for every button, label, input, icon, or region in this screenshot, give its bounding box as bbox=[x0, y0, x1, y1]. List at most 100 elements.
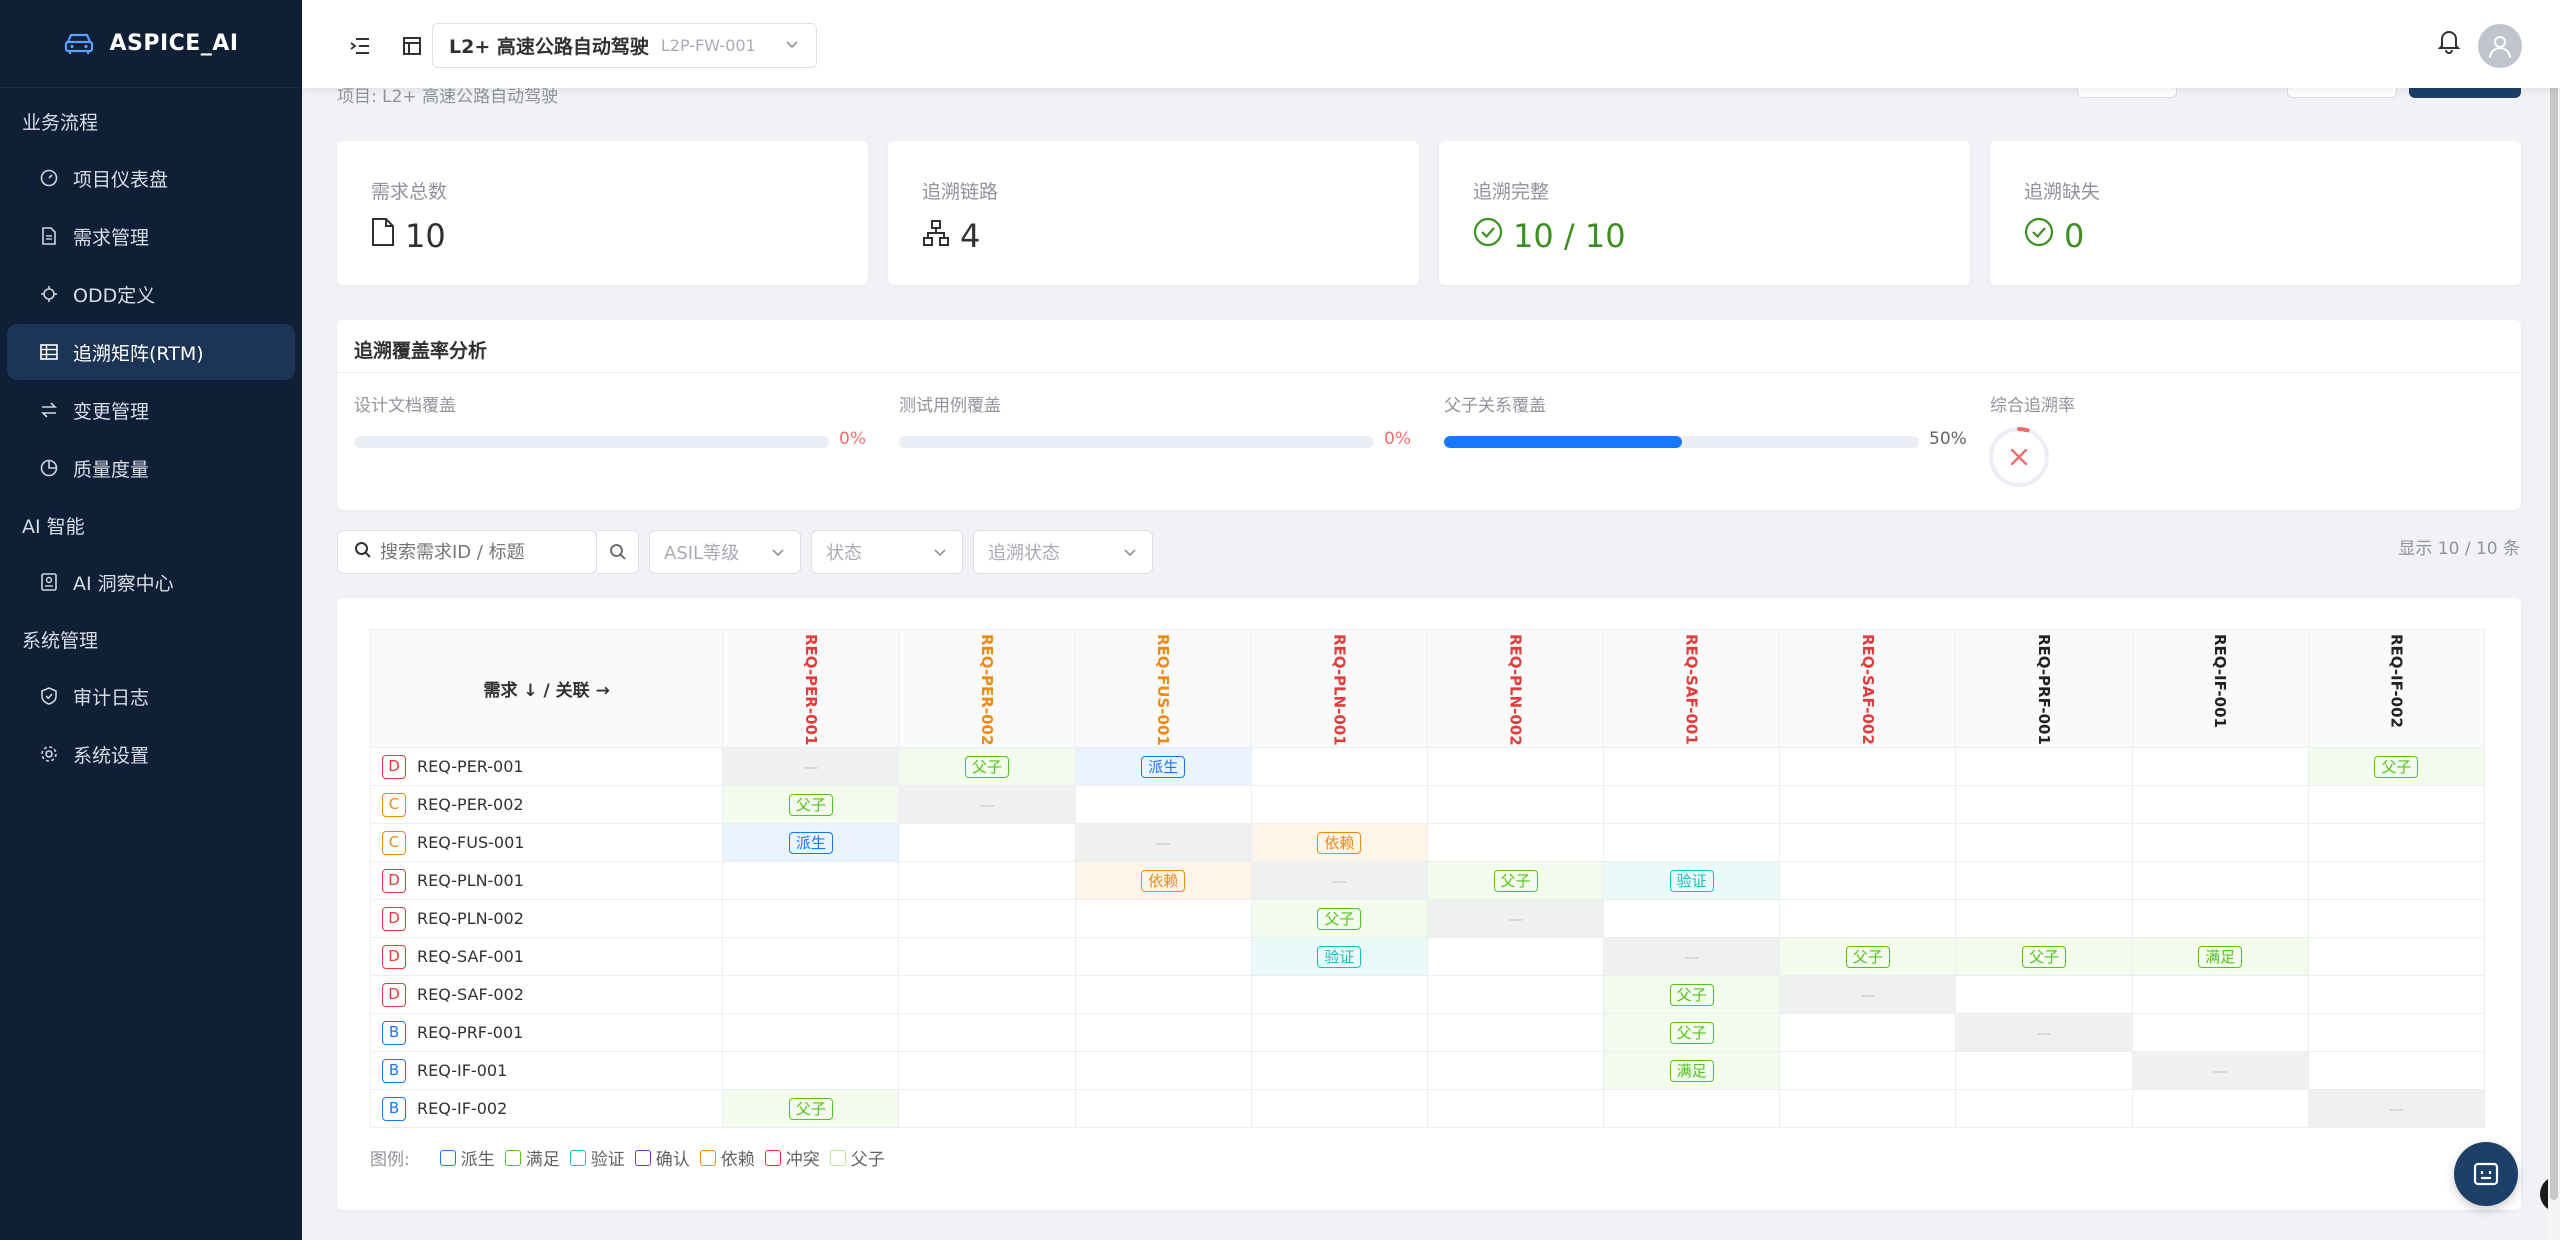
matrix-cell[interactable] bbox=[2131, 899, 2309, 938]
matrix-cell[interactable] bbox=[2307, 975, 2486, 1014]
matrix-cell[interactable] bbox=[722, 899, 900, 938]
matrix-cell[interactable]: — bbox=[1779, 975, 1957, 1014]
matrix-cell[interactable]: — bbox=[1074, 823, 1252, 862]
matrix-cell[interactable] bbox=[1074, 937, 1252, 976]
matrix-cell[interactable] bbox=[1955, 899, 2133, 938]
matrix-cell[interactable]: 依赖 bbox=[1250, 823, 1428, 862]
matrix-cell[interactable] bbox=[898, 1051, 1076, 1090]
matrix-column-header[interactable]: REQ-IF-001 bbox=[2131, 629, 2309, 748]
matrix-cell[interactable] bbox=[1074, 899, 1252, 938]
matrix-cell[interactable]: 派生 bbox=[722, 823, 900, 862]
matrix-cell[interactable] bbox=[1074, 1089, 1252, 1128]
matrix-cell[interactable] bbox=[1955, 785, 2133, 824]
matrix-cell[interactable] bbox=[898, 861, 1076, 900]
matrix-cell[interactable]: 父子 bbox=[1426, 861, 1605, 900]
matrix-cell[interactable] bbox=[1426, 1051, 1605, 1090]
matrix-row-header[interactable]: D REQ-PLN-001 bbox=[369, 861, 724, 900]
matrix-cell[interactable]: 验证 bbox=[1603, 861, 1781, 900]
matrix-column-header[interactable]: REQ-PLN-002 bbox=[1426, 629, 1605, 748]
matrix-cell[interactable] bbox=[1426, 823, 1605, 862]
matrix-cell[interactable] bbox=[2131, 823, 2309, 862]
asil-select[interactable]: ASIL等级 bbox=[649, 530, 801, 574]
matrix-cell[interactable] bbox=[1603, 1089, 1781, 1128]
matrix-cell[interactable] bbox=[1603, 899, 1781, 938]
matrix-row-header[interactable]: B REQ-IF-002 bbox=[369, 1089, 724, 1128]
matrix-cell[interactable] bbox=[2131, 785, 2309, 824]
search-input[interactable] bbox=[380, 541, 580, 563]
matrix-cell[interactable]: 父子 bbox=[722, 1089, 900, 1128]
matrix-cell[interactable] bbox=[898, 823, 1076, 862]
sidebar-item[interactable]: 追溯矩阵(RTM) bbox=[7, 324, 295, 380]
matrix-row-header[interactable]: D REQ-SAF-001 bbox=[369, 937, 724, 976]
matrix-cell[interactable] bbox=[2307, 1051, 2486, 1090]
matrix-cell[interactable] bbox=[898, 937, 1076, 976]
matrix-cell[interactable] bbox=[898, 899, 1076, 938]
matrix-column-header[interactable]: REQ-PLN-001 bbox=[1250, 629, 1428, 748]
matrix-cell[interactable] bbox=[1955, 861, 2133, 900]
matrix-row-header[interactable]: D REQ-PER-001 bbox=[369, 747, 724, 786]
ai-assistant-button[interactable] bbox=[2454, 1142, 2518, 1206]
matrix-cell[interactable] bbox=[1074, 785, 1252, 824]
matrix-cell[interactable] bbox=[1250, 1089, 1428, 1128]
matrix-cell[interactable] bbox=[1955, 1051, 2133, 1090]
matrix-cell[interactable] bbox=[2307, 1013, 2486, 1052]
matrix-cell[interactable] bbox=[898, 975, 1076, 1014]
matrix-cell[interactable] bbox=[1250, 1013, 1428, 1052]
matrix-row-header[interactable]: D REQ-PLN-002 bbox=[369, 899, 724, 938]
matrix-cell[interactable] bbox=[2131, 1013, 2309, 1052]
matrix-cell[interactable] bbox=[2131, 975, 2309, 1014]
matrix-cell[interactable] bbox=[1955, 1089, 2133, 1128]
status-select[interactable]: 状态 bbox=[811, 530, 963, 574]
matrix-cell[interactable]: 父子 bbox=[2307, 747, 2486, 786]
matrix-cell[interactable] bbox=[1779, 1051, 1957, 1090]
matrix-cell[interactable] bbox=[1426, 937, 1605, 976]
app-logo[interactable]: ASPICE_AI bbox=[0, 0, 302, 88]
matrix-column-header[interactable]: REQ-PER-002 bbox=[898, 629, 1076, 748]
matrix-cell[interactable] bbox=[1779, 899, 1957, 938]
matrix-cell[interactable]: — bbox=[722, 747, 900, 786]
matrix-cell[interactable] bbox=[1603, 785, 1781, 824]
sidebar-item[interactable]: 质量度量 bbox=[7, 440, 295, 496]
matrix-cell[interactable] bbox=[2307, 899, 2486, 938]
project-select[interactable]: L2+ 高速公路自动驾驶 L2P-FW-001 bbox=[432, 23, 817, 68]
sidebar-item[interactable]: AI 洞察中心 bbox=[7, 554, 295, 610]
matrix-cell[interactable]: — bbox=[898, 785, 1076, 824]
matrix-cell[interactable]: — bbox=[1955, 1013, 2133, 1052]
matrix-cell[interactable] bbox=[1603, 823, 1781, 862]
matrix-cell[interactable] bbox=[1250, 785, 1428, 824]
matrix-cell[interactable]: 满足 bbox=[2131, 937, 2309, 976]
matrix-cell[interactable]: 满足 bbox=[1603, 1051, 1781, 1090]
matrix-cell[interactable]: 父子 bbox=[1603, 975, 1781, 1014]
matrix-cell[interactable] bbox=[1250, 747, 1428, 786]
matrix-cell[interactable] bbox=[2307, 937, 2486, 976]
matrix-cell[interactable]: 父子 bbox=[1955, 937, 2133, 976]
matrix-cell[interactable] bbox=[1426, 747, 1605, 786]
user-avatar[interactable] bbox=[2478, 24, 2522, 68]
matrix-cell[interactable] bbox=[722, 937, 900, 976]
search-box[interactable] bbox=[337, 530, 597, 574]
matrix-cell[interactable] bbox=[722, 1051, 900, 1090]
matrix-cell[interactable] bbox=[1955, 975, 2133, 1014]
matrix-cell[interactable] bbox=[2131, 861, 2309, 900]
matrix-row-header[interactable]: B REQ-PRF-001 bbox=[369, 1013, 724, 1052]
matrix-cell[interactable]: 验证 bbox=[1250, 937, 1428, 976]
matrix-cell[interactable] bbox=[722, 975, 900, 1014]
matrix-cell[interactable] bbox=[2131, 747, 2309, 786]
matrix-cell[interactable]: 父子 bbox=[1779, 937, 1957, 976]
matrix-cell[interactable]: 派生 bbox=[1074, 747, 1252, 786]
sidebar-item[interactable]: ODD定义 bbox=[7, 266, 295, 322]
matrix-cell[interactable] bbox=[1955, 823, 2133, 862]
matrix-cell[interactable] bbox=[1779, 747, 1957, 786]
matrix-cell[interactable] bbox=[2307, 861, 2486, 900]
matrix-cell[interactable] bbox=[1250, 975, 1428, 1014]
matrix-row-header[interactable]: C REQ-PER-002 bbox=[369, 785, 724, 824]
matrix-cell[interactable] bbox=[1603, 747, 1781, 786]
matrix-cell[interactable] bbox=[1426, 1089, 1605, 1128]
matrix-cell[interactable] bbox=[1779, 823, 1957, 862]
matrix-cell[interactable]: 依赖 bbox=[1074, 861, 1252, 900]
matrix-cell[interactable]: — bbox=[2307, 1089, 2486, 1128]
matrix-cell[interactable] bbox=[1779, 1013, 1957, 1052]
bell-icon[interactable] bbox=[2437, 28, 2461, 58]
search-button[interactable] bbox=[597, 530, 639, 574]
sidebar-item[interactable]: 项目仪表盘 bbox=[7, 150, 295, 206]
